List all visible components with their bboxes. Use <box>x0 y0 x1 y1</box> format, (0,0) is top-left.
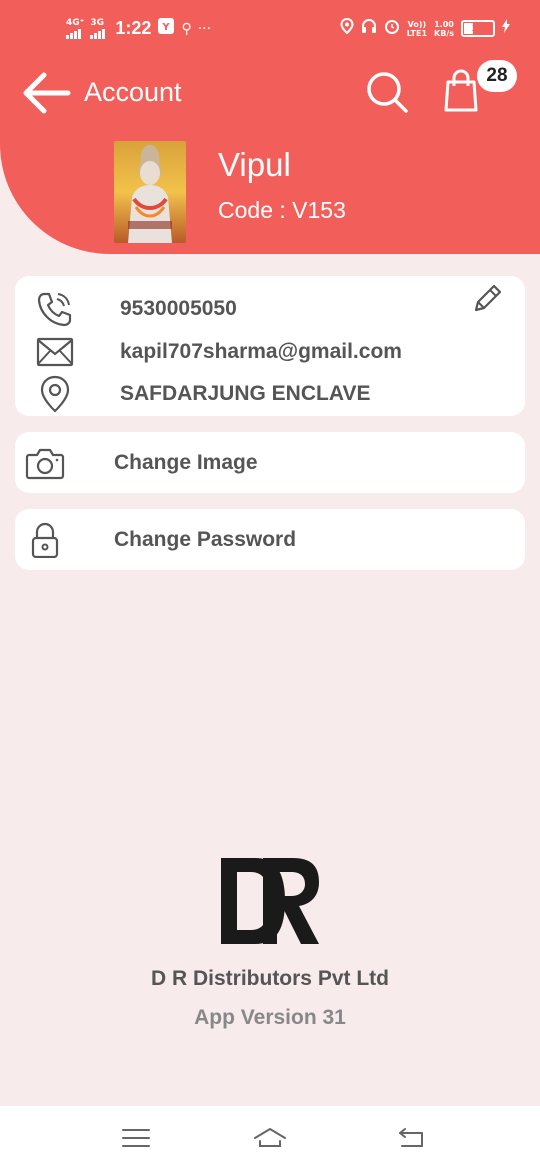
company-logo <box>219 856 321 946</box>
cart-button[interactable] <box>441 68 481 114</box>
pencil-icon <box>474 284 502 312</box>
user-code: Code : V153 <box>218 197 346 223</box>
change-password-label: Change Password <box>114 528 297 551</box>
battery-icon: 33 <box>461 20 495 37</box>
volte-indicator: Vo)) LTE1 <box>406 19 428 38</box>
back-arrow-icon <box>23 72 71 114</box>
email-address: kapil707sharma@gmail.com <box>120 340 402 363</box>
more-notifications: ··· <box>197 20 212 37</box>
address-text: SAFDARJUNG ENCLAVE <box>120 382 371 405</box>
back-button[interactable] <box>22 71 72 115</box>
home-icon <box>254 1128 286 1147</box>
search-icon <box>367 72 408 113</box>
phone-row: 9530005050 <box>15 287 525 327</box>
avatar <box>114 141 186 243</box>
email-row: kapil707sharma@gmail.com <box>15 330 525 370</box>
shopping-bag-icon <box>444 69 478 112</box>
location-pin-icon <box>40 375 70 413</box>
change-password-button[interactable]: Change Password <box>15 509 525 570</box>
charging-icon <box>502 19 510 38</box>
app-version: App Version 31 <box>194 1006 346 1029</box>
phone-icon <box>37 292 72 327</box>
notification-icon: Y <box>157 17 175 40</box>
svg-text:Y: Y <box>162 22 171 33</box>
status-time: 1:22 <box>115 18 152 38</box>
address-row: SAFDARJUNG ENCLAVE <box>15 372 525 413</box>
alarm-icon <box>384 18 400 39</box>
contact-info-card: 9530005050 kapil707sharma@gmail.com SAFD… <box>15 276 525 416</box>
company-name: D R Distributors Pvt Ltd <box>150 967 389 990</box>
user-name: Vipul <box>218 146 291 183</box>
signal-4g: 4G⁺ <box>66 18 84 39</box>
change-image-label: Change Image <box>114 451 258 474</box>
search-button[interactable] <box>365 70 409 114</box>
headset-icon <box>361 18 377 39</box>
usb-icon: ⚲ <box>181 20 192 37</box>
status-bar: 4G⁺ 3G 1:22 Y ⚲ ··· Vo)) LTE1 1.00 KB/s … <box>0 0 540 60</box>
change-image-button[interactable]: Change Image <box>15 432 525 493</box>
recent-apps-button[interactable] <box>119 1124 153 1152</box>
back-icon <box>399 1128 423 1147</box>
cart-count-badge: 28 <box>477 60 517 92</box>
edit-profile-button[interactable] <box>470 282 504 316</box>
location-status-icon <box>340 17 354 39</box>
menu-icon <box>122 1129 150 1147</box>
lock-icon <box>31 522 59 558</box>
network-speed: 1.00 KB/s <box>434 19 454 38</box>
home-button[interactable] <box>253 1124 287 1152</box>
camera-icon <box>25 448 65 480</box>
system-navigation-bar <box>0 1106 540 1170</box>
system-back-button[interactable] <box>394 1124 428 1152</box>
phone-number: 9530005050 <box>120 297 237 320</box>
mail-icon <box>36 337 74 367</box>
page-title: Account <box>84 77 182 107</box>
signal-3g: 3G <box>90 18 106 39</box>
